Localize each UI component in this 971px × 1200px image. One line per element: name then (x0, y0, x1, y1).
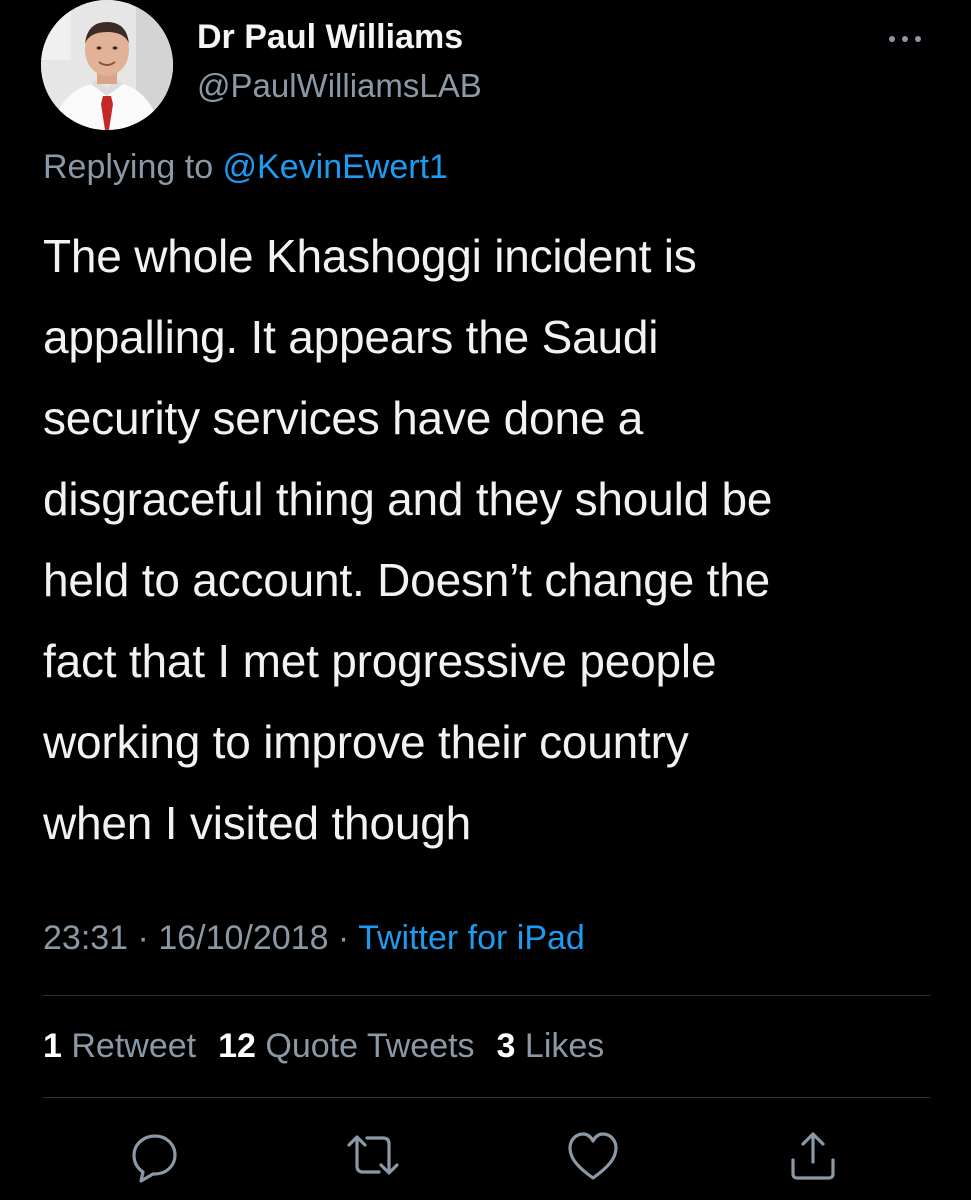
tweet-text-line: held to account. Doesn’t change the (43, 554, 770, 606)
tweet-date[interactable]: 16/10/2018 (158, 919, 328, 957)
replying-to: Replying to @KevinEwert1 (43, 148, 448, 187)
quote-tweets-count: 12 (218, 1027, 256, 1065)
tweet-text: The whole Khashoggi incident is appallin… (43, 216, 943, 864)
tweet-metadata: 23:31 · 16/10/2018 · Twitter for iPad (43, 919, 585, 958)
tweet-text-line: when I visited though (43, 797, 471, 849)
heart-icon (568, 1132, 618, 1180)
replying-to-label: Replying to (43, 148, 223, 186)
tweet-time[interactable]: 23:31 (43, 919, 128, 957)
more-horizontal-icon (889, 36, 921, 42)
share-icon (791, 1132, 835, 1180)
likes-stat[interactable]: 3 Likes (497, 1027, 605, 1065)
more-options-button[interactable] (880, 24, 930, 54)
avatar-photo (41, 0, 173, 130)
share-button[interactable] (785, 1128, 841, 1184)
tweet-text-line: appalling. It appears the Saudi (43, 311, 659, 363)
meta-separator: · (328, 919, 359, 957)
retweet-button[interactable] (345, 1128, 401, 1184)
author-display-name[interactable]: Dr Paul Williams (197, 18, 463, 57)
tweet-text-line: disgraceful thing and they should be (43, 473, 773, 525)
retweets-stat[interactable]: 1 Retweet (43, 1027, 196, 1065)
meta-separator: · (128, 919, 159, 957)
tweet-stats: 1 Retweet 12 Quote Tweets 3 Likes (43, 1027, 626, 1066)
retweets-count: 1 (43, 1027, 62, 1065)
divider (43, 1097, 930, 1098)
reply-icon (132, 1134, 177, 1183)
like-button[interactable] (565, 1128, 621, 1184)
tweet-detail: Dr Paul Williams @PaulWilliamsLAB Replyi… (0, 0, 971, 1200)
quote-tweets-label: Quote Tweets (255, 1027, 475, 1065)
tweet-text-line: The whole Khashoggi incident is (43, 230, 697, 282)
tweet-text-line: working to improve their country (43, 716, 689, 768)
likes-count: 3 (496, 1027, 516, 1065)
tweet-text-line: security services have done a (43, 392, 644, 444)
likes-label: Likes (515, 1027, 605, 1065)
reply-button[interactable] (127, 1128, 183, 1184)
tweet-source-link[interactable]: Twitter for iPad (358, 919, 585, 957)
reply-mention-link[interactable]: @KevinEwert1 (223, 148, 448, 186)
author-handle[interactable]: @PaulWilliamsLAB (197, 67, 482, 105)
retweet-icon (347, 1135, 399, 1175)
divider (43, 995, 930, 996)
retweets-label: Retweet (61, 1027, 197, 1065)
tweet-text-line: fact that I met progressive people (43, 635, 717, 687)
avatar[interactable] (41, 0, 173, 130)
quote-tweets-stat[interactable]: 12 Quote Tweets (218, 1027, 474, 1065)
